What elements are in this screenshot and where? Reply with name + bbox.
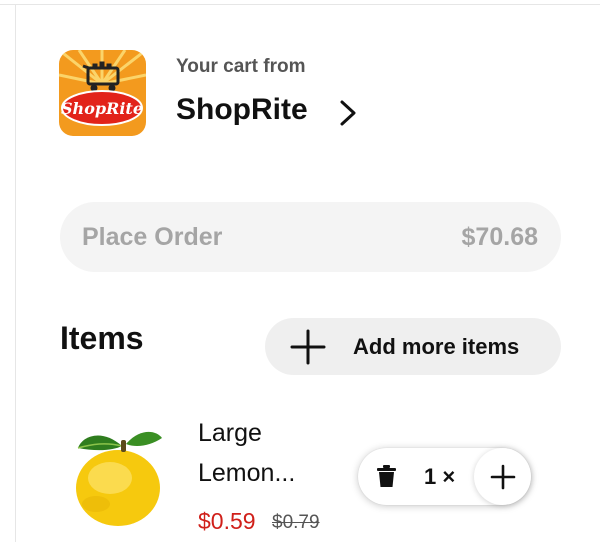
top-divider: [0, 4, 600, 5]
trash-icon[interactable]: [369, 459, 404, 494]
place-order-button[interactable]: Place Order $70.68: [60, 202, 561, 272]
shoprite-logo-icon: ShopRite: [59, 50, 146, 136]
item-name[interactable]: Large Lemon...: [198, 413, 348, 493]
add-more-items-label: Add more items: [353, 333, 520, 359]
increase-quantity-button[interactable]: [474, 448, 531, 505]
svg-text:ShopRite: ShopRite: [61, 99, 143, 118]
plus-icon: [490, 464, 515, 489]
items-heading: Items: [60, 320, 144, 356]
quantity-stepper: 1 ×: [358, 448, 531, 505]
order-total: $70.68: [461, 222, 538, 251]
cart-from-label: Your cart from: [176, 56, 306, 77]
store-name-link[interactable]: ShopRite: [176, 93, 308, 127]
add-more-items-button[interactable]: Add more items: [265, 318, 561, 375]
store-logo[interactable]: ShopRite: [59, 50, 146, 136]
place-order-label: Place Order: [82, 222, 223, 251]
item-original-price: $0.79: [272, 512, 320, 533]
quantity-value: 1 ×: [424, 464, 456, 489]
item-price: $0.59: [198, 508, 256, 534]
left-divider: [15, 4, 16, 542]
lemon-icon[interactable]: [70, 418, 170, 528]
chevron-right-icon[interactable]: [337, 98, 359, 128]
plus-icon: [290, 329, 326, 364]
